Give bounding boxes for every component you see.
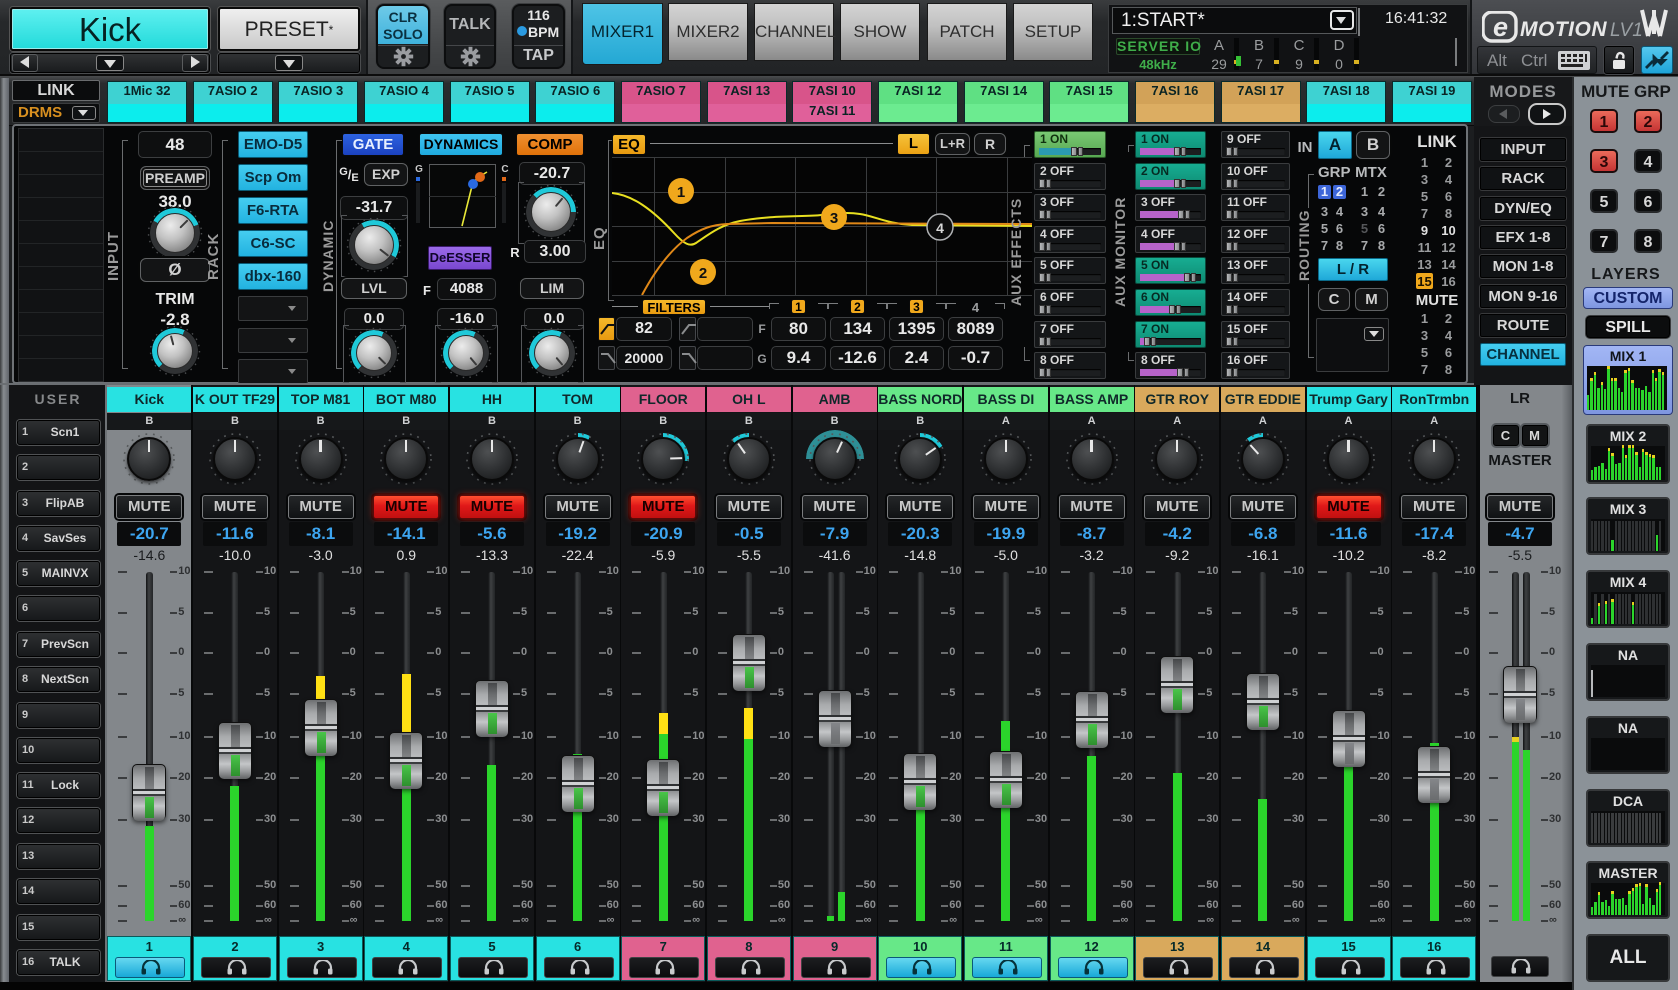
svg-text:e: e: [1493, 12, 1508, 42]
svg-text:MOTION: MOTION: [1520, 18, 1607, 41]
svg-text:2: 2: [699, 265, 707, 282]
svg-text:1: 1: [677, 184, 685, 201]
svg-text:3: 3: [830, 210, 838, 227]
svg-text:4: 4: [936, 220, 944, 236]
